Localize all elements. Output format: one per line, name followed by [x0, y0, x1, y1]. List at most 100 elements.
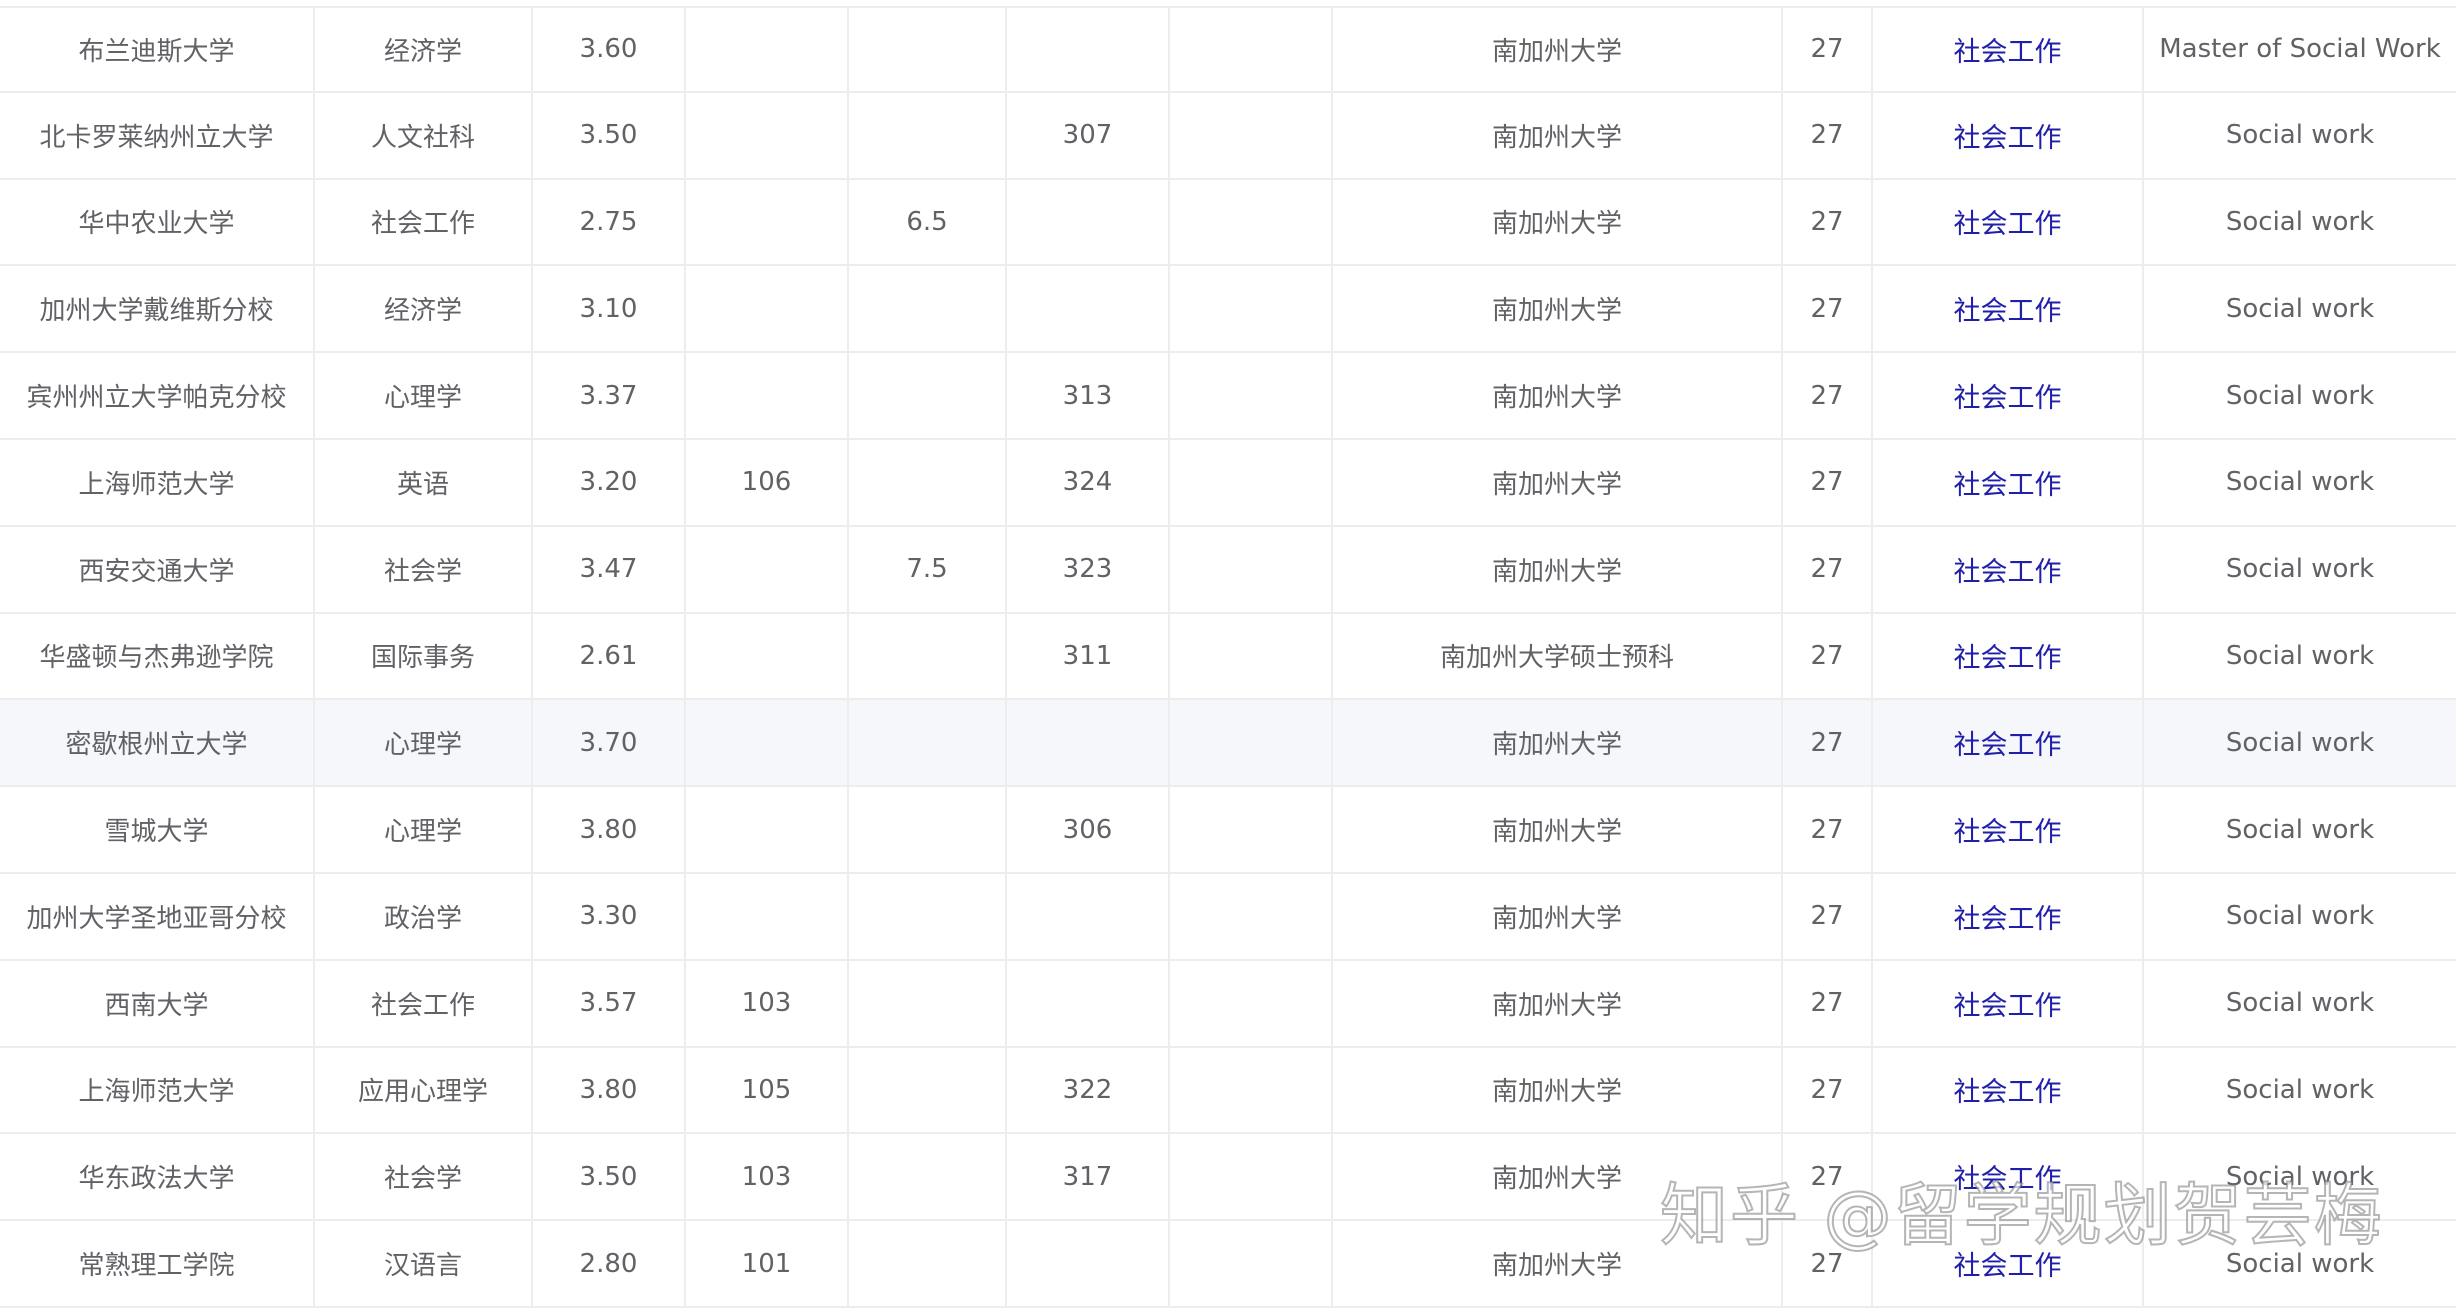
program-link[interactable]: 社会工作 [1873, 613, 2144, 699]
degree-cell-text: Social work [2225, 554, 2375, 585]
rank-cell-text: 27 [1810, 988, 1844, 1019]
gpa-cell: 3.37 [533, 353, 686, 438]
score-cell-b-text: 6.5 [906, 206, 948, 237]
target-school-cell-text: 南加州大学 [1491, 383, 1622, 414]
target-school-cell-text: 南加州大学 [1491, 122, 1622, 153]
program-link-text[interactable]: 社会工作 [1954, 116, 2062, 155]
score-cell-a-text: 103 [741, 1161, 792, 1192]
gpa-cell: 2.80 [533, 1221, 686, 1306]
table-row[interactable]: 华中农业大学 社会工作 2.75 6.5 南加州大学 27 社会工作 Social work [0, 179, 2456, 267]
program-link-text[interactable]: 社会工作 [1954, 723, 2062, 762]
table-row[interactable]: 西南大学 社会工作 3.57 103 南加州大学 27 社会工作 Social work [0, 960, 2456, 1048]
program-link-text[interactable]: 社会工作 [1954, 897, 2062, 936]
score-cell-b [849, 787, 1007, 872]
program-link[interactable]: 社会工作 [1873, 873, 2144, 959]
table-row[interactable]: 华盛顿与杰弗逊学院 国际事务 2.61 311 南加州大学硕士预科 27 社会工作 Socia… [0, 613, 2456, 701]
target-school-cell-text: 南加州大学 [1491, 730, 1622, 761]
major-cell: 政治学 [315, 873, 533, 959]
gpa-cell-text: 3.10 [579, 293, 638, 324]
target-school-cell: 南加州大学硕士预科 [1333, 613, 1783, 699]
program-link[interactable]: 社会工作 [1873, 439, 2144, 525]
score-cell-c [1007, 700, 1170, 786]
score-cell-b [849, 353, 1007, 438]
program-link-text[interactable]: 社会工作 [1954, 30, 2062, 69]
score-cell-b: 7.5 [849, 526, 1007, 612]
program-link[interactable]: 社会工作 [1873, 8, 2144, 91]
school-name-cell-text: 雪城大学 [104, 817, 209, 848]
table-row[interactable]: 北卡罗莱纳州立大学 人文社科 3.50 307 南加州大学 27 社会工作 Social wo… [0, 92, 2456, 180]
target-school-cell: 南加州大学 [1333, 960, 1783, 1046]
major-cell: 汉语言 [315, 1221, 533, 1306]
score-cell-b-text: 7.5 [906, 554, 948, 585]
school-name-cell-text: 华盛顿与杰弗逊学院 [39, 643, 274, 674]
program-link-text[interactable]: 社会工作 [1954, 376, 2062, 415]
rank-cell: 27 [1783, 613, 1873, 699]
program-link[interactable]: 社会工作 [1873, 179, 2144, 265]
table-row[interactable]: 宾州州立大学帕克分校 心理学 3.37 313 南加州大学 27 社会工作 Social wo… [0, 353, 2456, 440]
score-cell-b [849, 613, 1007, 699]
score-cell-d [1170, 8, 1333, 91]
target-school-cell: 南加州大学 [1333, 526, 1783, 612]
score-cell-d [1170, 266, 1333, 352]
score-cell-a: 103 [686, 960, 849, 1046]
program-link[interactable]: 社会工作 [1873, 353, 2144, 438]
rank-cell-text: 27 [1810, 293, 1844, 324]
score-cell-c: 324 [1007, 439, 1170, 525]
school-name-cell: 宾州州立大学帕克分校 [0, 353, 315, 438]
program-link-text[interactable]: 社会工作 [1954, 289, 2062, 328]
target-school-cell: 南加州大学 [1333, 1047, 1783, 1133]
program-link-text[interactable]: 社会工作 [1954, 1070, 2062, 1109]
program-link-text[interactable]: 社会工作 [1954, 636, 2062, 675]
school-name-cell-text: 布兰迪斯大学 [78, 36, 235, 67]
program-link-text[interactable]: 社会工作 [1954, 202, 2062, 241]
gpa-cell: 3.47 [533, 526, 686, 612]
program-link-text[interactable]: 社会工作 [1954, 810, 2062, 849]
score-cell-b [849, 1221, 1007, 1306]
major-cell: 社会工作 [315, 960, 533, 1046]
score-cell-a [686, 179, 849, 265]
degree-cell-text: Social work [2225, 814, 2375, 845]
rank-cell-text: 27 [1810, 814, 1844, 845]
zhihu-watermark: 知乎 @留学规划贺芸梅 [1659, 1176, 2384, 1257]
major-cell: 经济学 [315, 266, 533, 352]
school-name-cell: 加州大学戴维斯分校 [0, 266, 315, 352]
program-link-text[interactable]: 社会工作 [1954, 550, 2062, 589]
table-row[interactable]: 上海师范大学 英语 3.20 106 324 南加州大学 27 社会工作 Social work [0, 439, 2456, 527]
score-cell-c [1007, 179, 1170, 265]
score-cell-b [849, 700, 1007, 786]
program-link[interactable]: 社会工作 [1873, 700, 2144, 786]
score-cell-d [1170, 439, 1333, 525]
program-link[interactable]: 社会工作 [1873, 266, 2144, 352]
score-cell-a [686, 353, 849, 438]
score-cell-a [686, 613, 849, 699]
major-cell: 人文社科 [315, 92, 533, 178]
rank-cell: 27 [1783, 960, 1873, 1046]
table-row[interactable]: 上海师范大学 应用心理学 3.80 105 322 南加州大学 27 社会工作 Social w… [0, 1047, 2456, 1135]
program-link[interactable]: 社会工作 [1873, 1047, 2144, 1133]
program-link[interactable]: 社会工作 [1873, 960, 2144, 1046]
table-row[interactable]: 西安交通大学 社会学 3.47 7.5 323 南加州大学 27 社会工作 Social wor… [0, 526, 2456, 614]
table-row[interactable]: 加州大学圣地亚哥分校 政治学 3.30 南加州大学 27 社会工作 Social work [0, 873, 2456, 961]
program-link[interactable]: 社会工作 [1873, 92, 2144, 178]
school-name-cell: 西安交通大学 [0, 526, 315, 612]
target-school-cell-text: 南加州大学 [1491, 903, 1622, 934]
program-link[interactable]: 社会工作 [1873, 787, 2144, 872]
gpa-cell: 3.30 [533, 873, 686, 959]
target-school-cell: 南加州大学 [1333, 353, 1783, 438]
table-row[interactable]: 布兰迪斯大学 经济学 3.60 南加州大学 27 社会工作 Master of Social… [0, 6, 2456, 93]
score-cell-d [1170, 353, 1333, 438]
program-link-text[interactable]: 社会工作 [1954, 463, 2062, 502]
table-row[interactable]: 雪城大学 心理学 3.80 306 南加州大学 27 社会工作 Social work [0, 787, 2456, 874]
score-cell-b [849, 92, 1007, 178]
degree-cell-text: Social work [2225, 380, 2375, 411]
program-link-text[interactable]: 社会工作 [1954, 984, 2062, 1023]
table-row[interactable]: 密歇根州立大学 心理学 3.70 南加州大学 27 社会工作 Social work [0, 700, 2456, 788]
table-row[interactable]: 加州大学戴维斯分校 经济学 3.10 南加州大学 27 社会工作 Social work [0, 266, 2456, 354]
score-cell-b [849, 439, 1007, 525]
score-cell-c: 313 [1007, 353, 1170, 438]
target-school-cell-text: 南加州大学 [1491, 817, 1622, 848]
score-cell-d [1170, 526, 1333, 612]
gpa-cell: 2.61 [533, 613, 686, 699]
program-link[interactable]: 社会工作 [1873, 526, 2144, 612]
gpa-cell-text: 3.80 [579, 1074, 638, 1105]
